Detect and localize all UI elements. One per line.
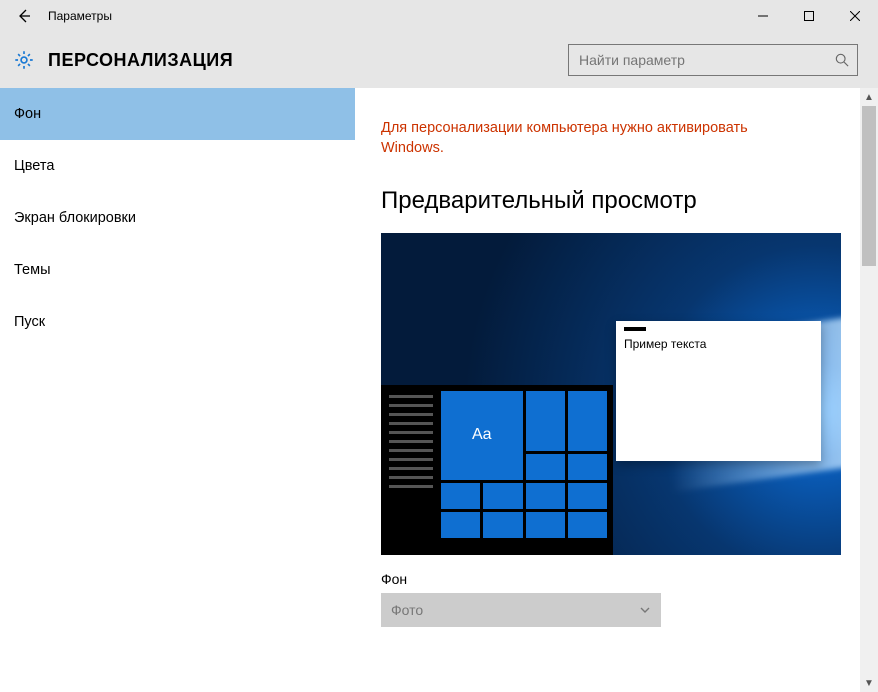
preview-tile-aa: Aa	[441, 391, 523, 480]
back-button[interactable]	[0, 0, 48, 32]
preview-start-menu: Aa	[381, 385, 613, 555]
scroll-track[interactable]	[860, 106, 878, 674]
back-arrow-icon	[16, 8, 32, 24]
sidebar-item-themes[interactable]: Темы	[0, 244, 355, 296]
titlebar: Параметры	[0, 0, 878, 32]
sidebar-item-start[interactable]: Пуск	[0, 296, 355, 348]
sidebar-item-lockscreen[interactable]: Экран блокировки	[0, 192, 355, 244]
activation-warning: Для персонализации компьютера нужно акти…	[381, 118, 811, 159]
preview-start-tiles: Aa	[441, 385, 613, 555]
background-field-label: Фон	[381, 571, 852, 587]
sidebar-item-label: Фон	[14, 106, 41, 122]
sidebar-item-label: Цвета	[14, 158, 54, 174]
scroll-thumb[interactable]	[862, 106, 876, 266]
sidebar-item-background[interactable]: Фон	[0, 88, 355, 140]
sidebar-item-label: Темы	[14, 262, 51, 278]
maximize-icon	[804, 11, 814, 21]
preview-sample-window: Пример текста	[616, 321, 821, 461]
search-icon[interactable]	[827, 45, 857, 75]
section-title: ПЕРСОНАЛИЗАЦИЯ	[48, 50, 233, 71]
vertical-scrollbar[interactable]: ▲ ▼	[860, 88, 878, 692]
preview-heading: Предварительный просмотр	[381, 187, 852, 215]
sidebar: Фон Цвета Экран блокировки Темы Пуск	[0, 88, 355, 692]
background-dropdown[interactable]: Фото	[381, 593, 661, 627]
settings-gear-icon	[0, 36, 48, 84]
scroll-up-button[interactable]: ▲	[860, 88, 878, 106]
preview-start-list	[381, 385, 441, 555]
sidebar-item-label: Пуск	[14, 314, 45, 330]
minimize-icon	[758, 11, 768, 21]
preview-window-handle	[624, 327, 646, 331]
close-button[interactable]	[832, 0, 878, 32]
close-icon	[850, 11, 860, 21]
maximize-button[interactable]	[786, 0, 832, 32]
sidebar-item-label: Экран блокировки	[14, 210, 136, 226]
background-dropdown-value: Фото	[391, 602, 423, 618]
header: ПЕРСОНАЛИЗАЦИЯ	[0, 32, 878, 88]
content-area: Для персонализации компьютера нужно акти…	[355, 88, 878, 692]
window-title: Параметры	[48, 9, 112, 23]
search-box[interactable]	[568, 44, 858, 76]
minimize-button[interactable]	[740, 0, 786, 32]
search-input[interactable]	[569, 52, 827, 68]
chevron-down-icon	[639, 604, 651, 616]
preview-sample-text: Пример текста	[624, 337, 813, 351]
scroll-down-button[interactable]: ▼	[860, 674, 878, 692]
desktop-preview: Aa Пример текста	[381, 233, 841, 555]
sidebar-item-colors[interactable]: Цвета	[0, 140, 355, 192]
